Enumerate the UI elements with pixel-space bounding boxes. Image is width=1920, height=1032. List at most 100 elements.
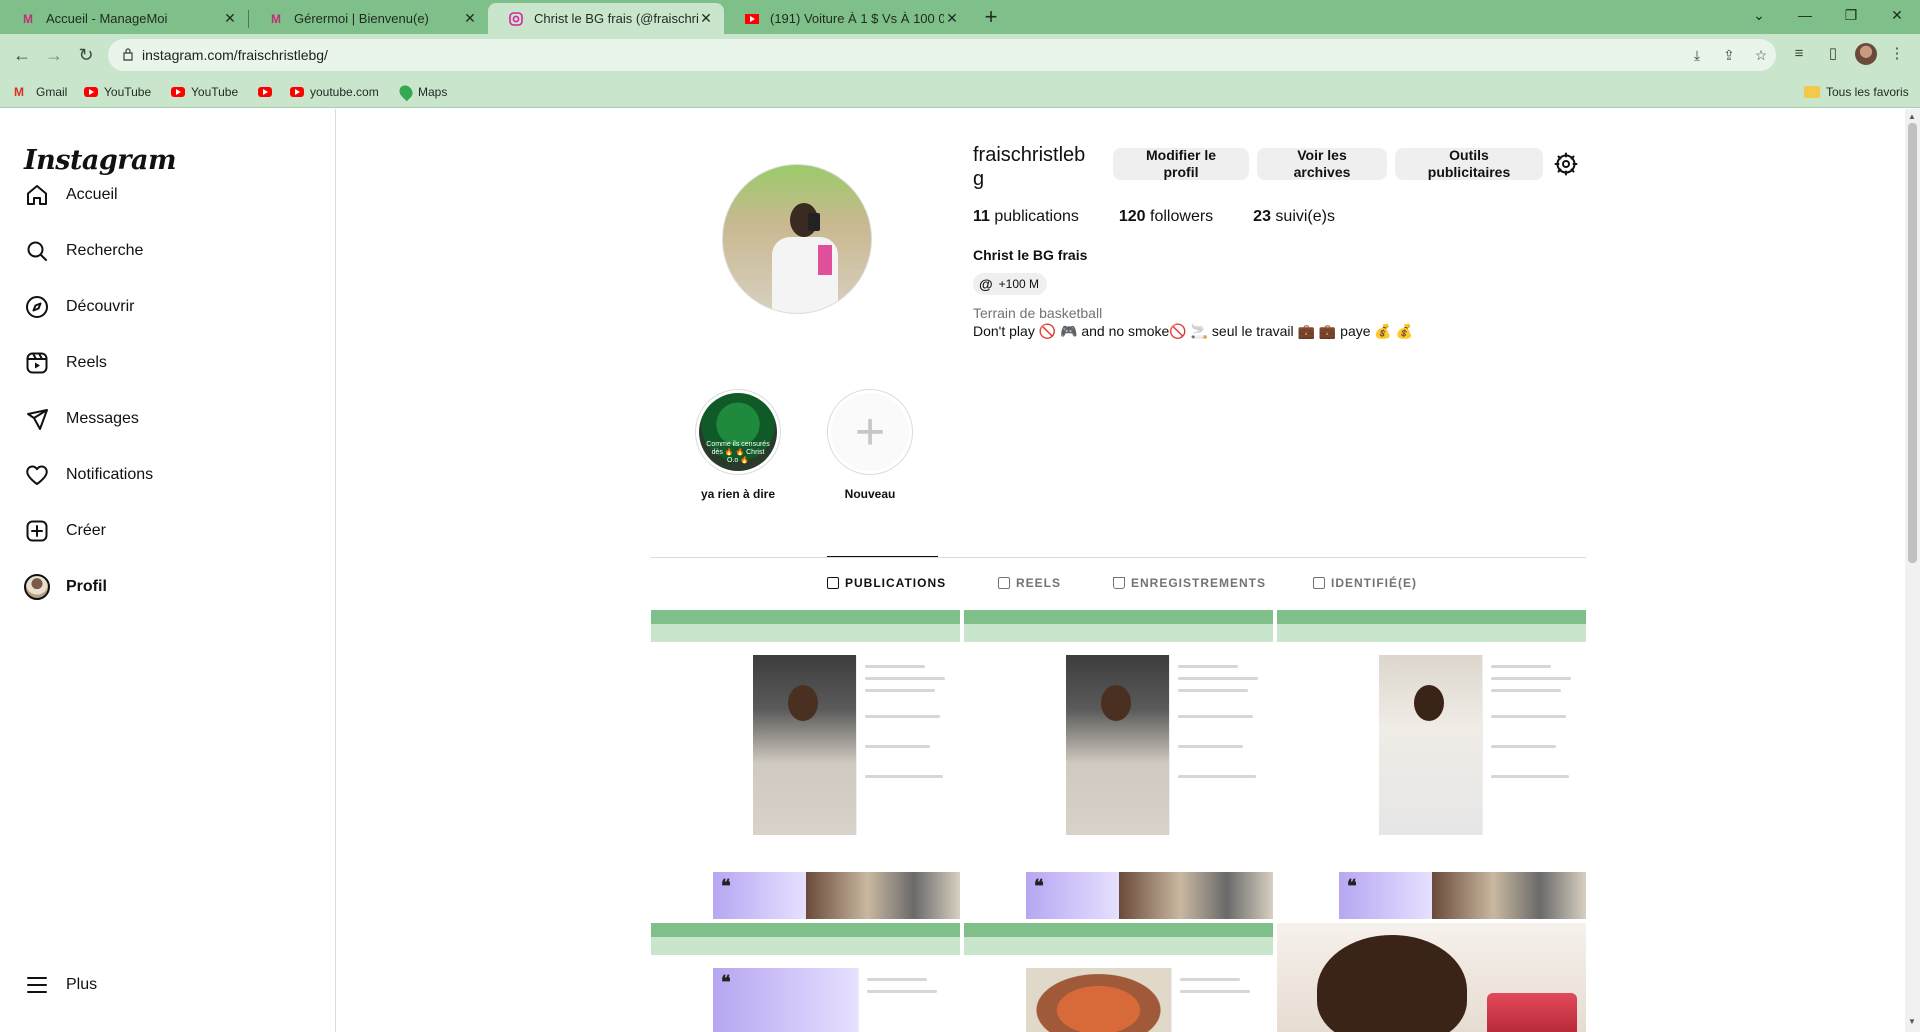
tab-enregistrements[interactable]: ENREGISTREMENTS <box>1113 576 1266 590</box>
post-thumbnail[interactable]: ❝ <box>651 610 960 919</box>
scrollbar-thumb[interactable] <box>1908 123 1917 563</box>
bookmark-youtube-com[interactable]: youtube.com <box>290 83 379 101</box>
site-info-icon[interactable] <box>122 47 136 63</box>
sidebar-item-reels[interactable]: Reels <box>12 339 324 387</box>
bookmark-youtube-untitled[interactable] <box>258 83 278 101</box>
bookmark-star-icon[interactable]: ☆ <box>1752 47 1770 65</box>
forward-button[interactable]: → <box>42 43 66 67</box>
messages-icon <box>24 406 50 432</box>
sidebar-item-accueil[interactable]: Accueil <box>12 171 324 219</box>
bookmark-gmail[interactable]: M Gmail <box>14 83 67 101</box>
sidebar-item-label: Créer <box>66 522 107 539</box>
page-scrollbar[interactable]: ▲ ▼ <box>1905 109 1920 1032</box>
youtube-icon <box>258 87 272 97</box>
all-bookmarks-folder[interactable]: Tous les favoris <box>1804 83 1909 101</box>
browser-menu-icon[interactable]: ⋮ <box>1886 43 1908 65</box>
tagged-user-icon <box>1313 577 1325 589</box>
instagram-favicon-icon <box>508 11 524 27</box>
browser-tab[interactable]: M Accueil - ManageMoi ✕ <box>0 3 248 34</box>
post-thumbnail[interactable] <box>1277 923 1586 1032</box>
minimize-button[interactable]: — <box>1782 0 1828 30</box>
sidebar-item-notifications[interactable]: Notifications <box>12 451 324 499</box>
tab-publications[interactable]: PUBLICATIONS <box>827 576 946 590</box>
posts-label: publications <box>994 208 1079 225</box>
tab-label: IDENTIFIÉ(E) <box>1331 576 1417 590</box>
reels-icon <box>24 350 50 376</box>
bookmark-youtube[interactable]: YouTube <box>171 83 238 101</box>
compass-icon <box>24 294 50 320</box>
settings-gear-icon[interactable] <box>1554 152 1578 176</box>
bookmark-youtube[interactable]: YouTube <box>84 83 151 101</box>
bookmark-maps[interactable]: Maps <box>396 82 448 102</box>
sidebar-item-messages[interactable]: Messages <box>12 395 324 443</box>
sidebar-item-decouvrir[interactable]: Découvrir <box>12 283 324 331</box>
highlight-cover-text: Comme ils censurés dès 🔥 🔥 Christ O.o 🔥 <box>706 441 770 464</box>
view-archives-button[interactable]: Voir les archives <box>1257 147 1387 180</box>
browser-tab[interactable]: M Gérermoi | Bienvenu(e) ✕ <box>248 3 488 34</box>
story-highlight[interactable]: Comme ils censurés dès 🔥 🔥 Christ O.o 🔥 … <box>693 389 783 501</box>
ad-tools-button[interactable]: Outils publicitaires <box>1395 147 1543 180</box>
youtube-favicon-icon <box>744 11 760 27</box>
restore-button[interactable]: ❐ <box>1828 0 1874 30</box>
posts-count: 11 <box>973 208 990 225</box>
scroll-up-icon[interactable]: ▲ <box>1908 112 1916 121</box>
bookmark-label: youtube.com <box>310 85 379 99</box>
tab-search-icon[interactable]: ⌄ <box>1736 0 1782 30</box>
tab-label: REELS <box>1016 576 1062 590</box>
bookmark-label: YouTube <box>104 85 152 99</box>
search-icon <box>24 238 50 264</box>
threads-badge[interactable]: @ +100 M <box>973 273 1048 295</box>
sidebar-item-profil[interactable]: Profil <box>12 563 324 611</box>
close-tab-icon[interactable]: ✕ <box>462 10 478 27</box>
tab-reels[interactable]: REELS <box>998 576 1061 590</box>
youtube-icon <box>84 87 98 97</box>
browser-tab[interactable]: (191) Voiture À 1 $ Vs À 100 000 $ ✕ <box>724 3 970 34</box>
home-icon <box>24 182 50 208</box>
browser-tab-active[interactable]: Christ le BG frais (@fraischristleb ✕ <box>488 3 724 34</box>
post-thumbnail[interactable] <box>964 923 1273 1032</box>
side-panel-icon[interactable]: ▯ <box>1822 43 1844 65</box>
close-tab-icon[interactable]: ✕ <box>222 10 238 27</box>
post-thumbnail[interactable]: ❝ <box>651 923 960 1032</box>
close-tab-icon[interactable]: ✕ <box>944 10 960 27</box>
sidebar-item-plus[interactable]: Plus <box>12 961 324 1009</box>
button-label: Outils publicitaires <box>1427 147 1511 180</box>
profile-stats: 11 publications 120 followers 23 suivi(e… <box>973 208 1375 226</box>
back-button[interactable]: ← <box>10 43 34 67</box>
new-tab-button[interactable]: + <box>978 5 1004 31</box>
managemoi-favicon-icon: M <box>23 11 33 26</box>
sidebar-item-creer[interactable]: Créer <box>12 507 324 555</box>
tab-label: ENREGISTREMENTS <box>1131 576 1267 590</box>
browser-profile-avatar[interactable] <box>1855 43 1877 65</box>
profile-photo-person <box>768 193 838 313</box>
browser-toolbar: ← → ↻ instagram.com/fraischristlebg/ ⤓ ⇪… <box>0 34 1920 76</box>
share-icon[interactable]: ⇪ <box>1720 47 1738 65</box>
profile-picture[interactable] <box>722 164 872 314</box>
sidebar-item-label: Accueil <box>66 186 118 203</box>
sidebar-item-recherche[interactable]: Recherche <box>12 227 324 275</box>
sidebar-item-label: Reels <box>66 354 107 371</box>
followers-label: followers <box>1150 208 1214 225</box>
reload-button[interactable]: ↻ <box>74 43 98 67</box>
following-stat[interactable]: 23 suivi(e)s <box>1253 208 1335 226</box>
bookmark-label: Maps <box>418 85 448 99</box>
tab-title: Accueil - ManageMoi <box>46 11 168 26</box>
url-text: instagram.com/fraischristlebg/ <box>142 47 328 63</box>
scroll-down-icon[interactable]: ▼ <box>1908 1017 1916 1026</box>
post-thumbnail[interactable]: ❝ <box>1277 610 1586 919</box>
edit-profile-button[interactable]: Modifier le profil <box>1113 147 1249 180</box>
highlight-ring: + <box>827 389 913 475</box>
post-thumbnail[interactable]: ❝ <box>964 610 1273 919</box>
media-controls-icon[interactable]: ≡ <box>1788 43 1810 65</box>
tab-identifie[interactable]: IDENTIFIÉ(E) <box>1313 576 1417 590</box>
followers-stat[interactable]: 120 followers <box>1119 208 1213 226</box>
instagram-sidebar: Instagram Accueil Recherche Découvrir Re… <box>0 109 336 1032</box>
close-tab-icon[interactable]: ✕ <box>698 10 714 27</box>
close-window-button[interactable]: ✕ <box>1874 0 1920 30</box>
highlight-label: Nouveau <box>844 487 896 501</box>
install-app-icon[interactable]: ⤓ <box>1688 47 1706 65</box>
folder-icon <box>1804 86 1820 98</box>
address-bar[interactable]: instagram.com/fraischristlebg/ ⤓ ⇪ ☆ <box>108 39 1776 71</box>
profile-username: fraischristlebg <box>973 144 1086 190</box>
new-highlight-button[interactable]: + Nouveau <box>825 389 915 501</box>
